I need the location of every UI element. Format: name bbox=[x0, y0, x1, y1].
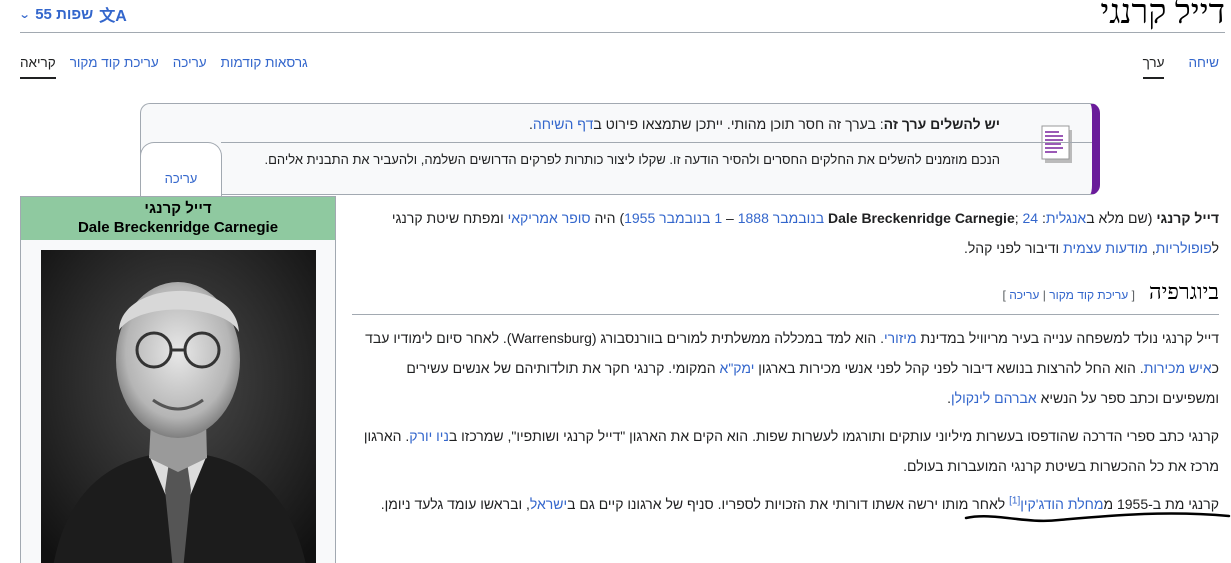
link-israel[interactable]: ישראל bbox=[530, 496, 567, 512]
document-icon bbox=[1040, 124, 1074, 164]
text: לאחר מותו ירשה אשתו דורותי את הזכויות לס… bbox=[567, 496, 1010, 512]
tab-read[interactable]: קריאה bbox=[20, 55, 56, 79]
namespace-tabs: ערך שיחה bbox=[1142, 55, 1219, 79]
section-edit-links: [ עריכת קוד מקור | עריכה ] bbox=[1003, 280, 1135, 310]
bio-paragraph-2: קרנגי כתב ספרי הדרכה שהודפסו בעשרות מילי… bbox=[352, 421, 1219, 481]
intro-text: ודיבור לפני קהל. bbox=[963, 240, 1064, 256]
notice-edit-button[interactable]: עריכה bbox=[140, 142, 222, 196]
subject-name-en: Dale Breckenridge Carnegie bbox=[827, 210, 1015, 226]
intro-text: ; bbox=[1014, 210, 1023, 226]
intro-paragraph: דייל קרנגי (שם מלא באנגלית: Dale Brecken… bbox=[352, 203, 1219, 263]
link-self-awareness[interactable]: מודעות עצמית bbox=[1063, 240, 1148, 256]
tab-edit-source[interactable]: עריכת קוד מקור bbox=[70, 55, 159, 79]
text: , ובראשו עומד גלעד ניומן. bbox=[380, 496, 530, 512]
link-american-writer[interactable]: סופר אמריקאי bbox=[508, 210, 591, 226]
translate-icon: 文A bbox=[99, 8, 127, 25]
tab-edit[interactable]: עריכה bbox=[173, 55, 207, 79]
bio-paragraph-1: דייל קרנגי נולד למשפחה ענייה בעיר מריווי… bbox=[352, 323, 1219, 413]
section-heading-biography: ביוגרפיה [ עריכת קוד מקור | עריכה ] bbox=[352, 277, 1219, 315]
link-death-date[interactable]: 1 בנובמבר 1955 bbox=[624, 210, 722, 226]
tab-history[interactable]: גרסאות קודמות bbox=[221, 55, 308, 79]
intro-text: : bbox=[1038, 210, 1046, 226]
link-salesman[interactable]: איש מכירות bbox=[1144, 360, 1212, 376]
article-body: דייל קרנגי (שם מלא באנגלית: Dale Brecken… bbox=[352, 203, 1219, 519]
text: דייל קרנגי נולד למשפחה ענייה בעיר מריווי… bbox=[916, 330, 1219, 346]
section-title: ביוגרפיה bbox=[1148, 279, 1219, 304]
intro-text: – bbox=[722, 210, 738, 226]
notice-body: הנכם מוזמנים להשלים את החלקים החסרים ולה… bbox=[264, 152, 1001, 167]
link-ymca[interactable]: ימק"א bbox=[720, 360, 755, 376]
intro-text: (שם מלא ב bbox=[1086, 210, 1157, 226]
link-lincoln[interactable]: אברהם לינקולן bbox=[951, 390, 1037, 406]
infobox-name-en: Dale Breckenridge Carnegie bbox=[77, 219, 279, 236]
languages-button[interactable]: ⌄ 55 שפות 文A bbox=[18, 2, 127, 26]
link-english[interactable]: אנגלית bbox=[1046, 210, 1086, 226]
portrait-photo[interactable] bbox=[41, 250, 316, 563]
chevron-down-icon: ⌄ bbox=[18, 8, 31, 21]
text: קרנגי כתב ספרי הדרכה שהודפסו בעשרות מילי… bbox=[448, 428, 1219, 444]
tab-talk[interactable]: שיחה bbox=[1188, 55, 1219, 79]
text: . הוא החל להרצות בנושא דיבור לפני קהל לפ… bbox=[754, 360, 1144, 376]
section-edit-source-link[interactable]: עריכת קוד מקור bbox=[1049, 288, 1128, 302]
link-popularity[interactable]: פופולריות bbox=[1156, 240, 1212, 256]
subject-name: דייל קרנגי bbox=[1156, 210, 1219, 226]
intro-text: , bbox=[1147, 240, 1156, 256]
notice-divider bbox=[221, 142, 1092, 143]
languages-label: 55 שפות bbox=[35, 5, 94, 23]
view-tabs: קריאה עריכת קוד מקור עריכה גרסאות קודמות bbox=[20, 55, 308, 79]
tab-article[interactable]: ערך bbox=[1142, 55, 1165, 79]
reference-1[interactable]: [1] bbox=[1009, 495, 1020, 506]
notice-title-text: : בערך זה חסר תוכן מהותי. ייתכן שתמצאו פ… bbox=[593, 116, 884, 132]
separator: | bbox=[1039, 288, 1050, 302]
incomplete-article-notice: יש להשלים ערך זה: בערך זה חסר תוכן מהותי… bbox=[140, 103, 1100, 196]
link-new-york[interactable]: ניו יורק bbox=[409, 428, 449, 444]
section-edit-link[interactable]: עריכה bbox=[1009, 288, 1039, 302]
title-divider bbox=[20, 32, 1225, 33]
talk-page-link[interactable]: דף השיחה bbox=[533, 116, 594, 132]
page-title: דייל קרנגי bbox=[1100, 0, 1225, 31]
handwritten-underline bbox=[964, 512, 1231, 523]
notice-title: יש להשלים ערך זה: בערך זה חסר תוכן מהותי… bbox=[529, 116, 1000, 132]
bracket: [ bbox=[1128, 288, 1135, 302]
infobox: דייל קרנגי Dale Breckenridge Carnegie bbox=[20, 196, 336, 563]
infobox-name-he: דייל קרנגי bbox=[144, 200, 212, 217]
link-missouri[interactable]: מיזורי bbox=[884, 330, 917, 346]
notice-title-bold: יש להשלים ערך זה bbox=[883, 116, 1000, 132]
infobox-header: דייל קרנגי Dale Breckenridge Carnegie bbox=[21, 197, 335, 240]
intro-text: ) היה bbox=[590, 210, 625, 226]
